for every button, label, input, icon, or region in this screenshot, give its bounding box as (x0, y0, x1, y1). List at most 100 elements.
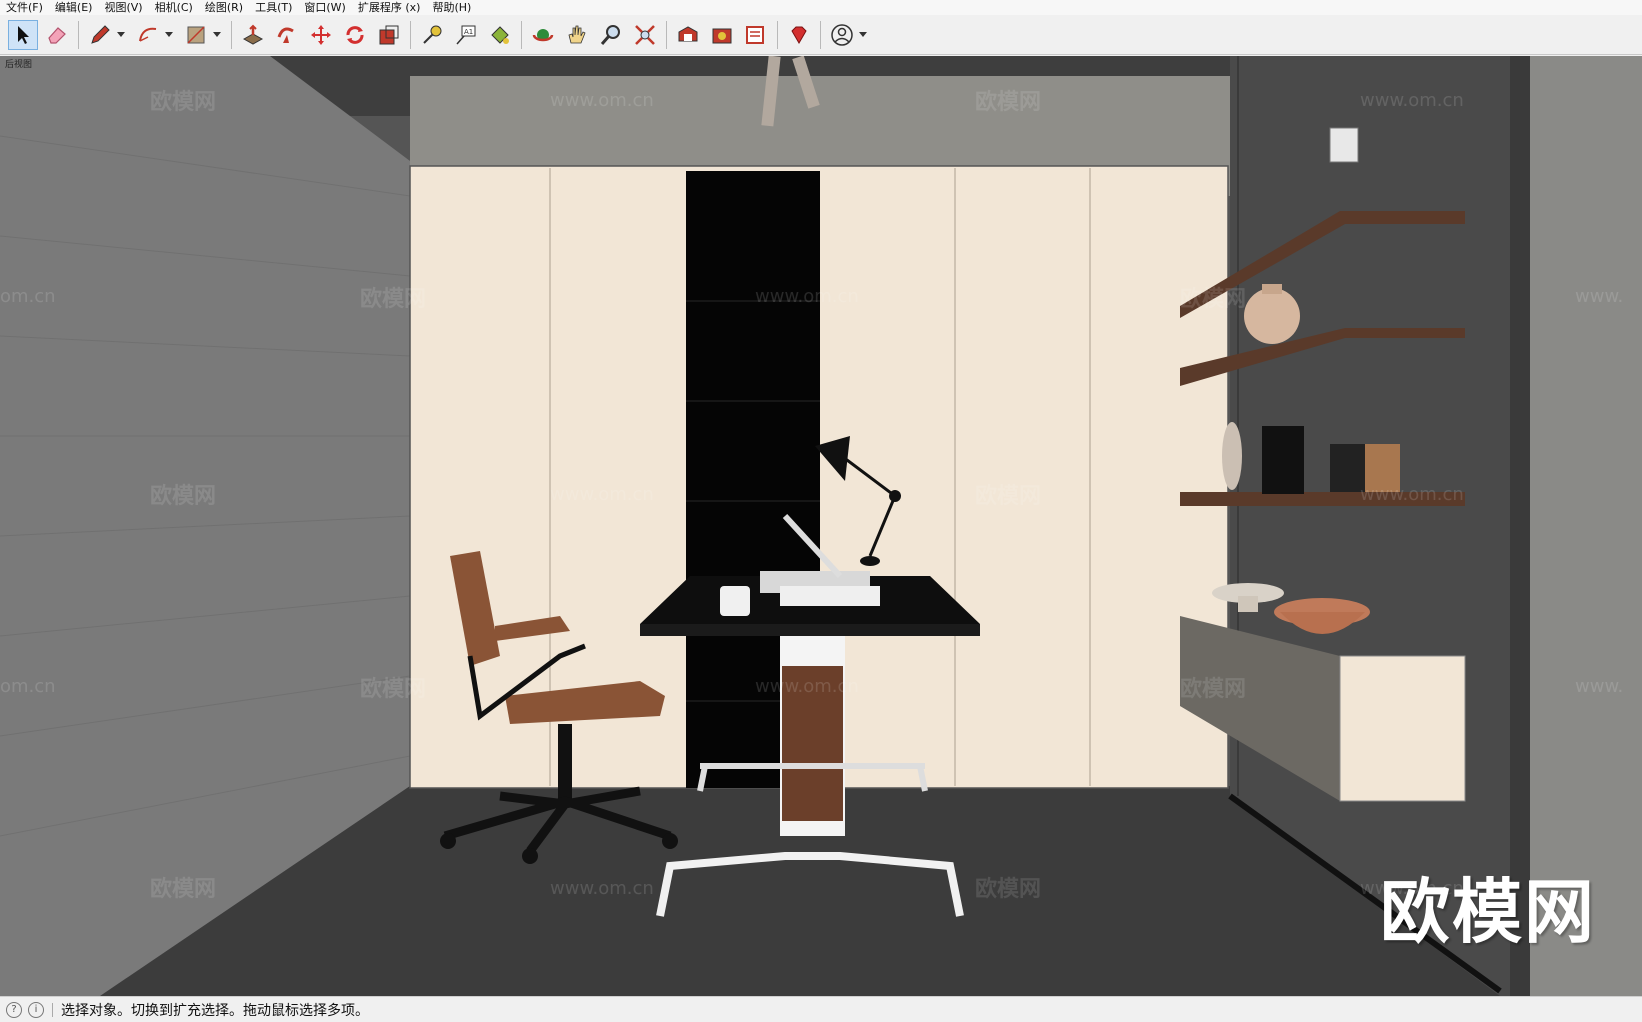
watermark-url: www.om.cn (1360, 484, 1464, 505)
text-label-icon: A1 (456, 25, 476, 44)
brand-watermark-logo: 欧模网 (1380, 871, 1596, 953)
layout-icon (746, 25, 764, 44)
rectangle-icon (187, 25, 205, 44)
push-pull-tool-button[interactable] (238, 20, 268, 50)
watermark-text: 欧模网 (975, 90, 1042, 115)
move-icon (311, 24, 331, 45)
zoom-extents-icon (635, 24, 655, 45)
menu-camera[interactable]: 相机(C) (149, 0, 199, 15)
orbit-tool-button[interactable] (528, 20, 558, 50)
watermark-url: www.om.cn (755, 676, 859, 697)
watermark-text: 欧模网 (150, 484, 217, 509)
watermark-url-partial: www. (1575, 676, 1624, 697)
toolbar-separator (777, 20, 778, 49)
menu-edit[interactable]: 编辑(E) (49, 0, 99, 15)
3d-warehouse-button[interactable] (673, 20, 703, 50)
watermark-text: 欧模网 (1180, 287, 1247, 312)
pan-tool-button[interactable] (562, 20, 592, 50)
right-column (1530, 56, 1642, 996)
menu-tools[interactable]: 工具(T) (249, 0, 298, 15)
select-arrow-icon (18, 25, 29, 44)
select-tool-button[interactable] (8, 19, 38, 50)
text-tool-button[interactable]: A1 (451, 20, 481, 50)
follow-me-icon (277, 27, 294, 43)
toolbar-separator (521, 20, 522, 49)
watermark-url: www.om.cn (755, 286, 859, 307)
tape-measure-tool-button[interactable] (417, 20, 447, 50)
watermark-text: 欧模网 (150, 90, 217, 115)
geolocation-icon[interactable]: ? (6, 1001, 22, 1018)
arc-dropdown-arrow[interactable] (163, 20, 175, 50)
zoom-magnifier-icon (600, 24, 620, 45)
watermark-text: 欧模网 (150, 877, 217, 902)
orbit-icon (532, 28, 554, 41)
watermark-text: 欧模网 (360, 287, 427, 312)
info-icon[interactable]: i (28, 1001, 44, 1018)
push-pull-icon (242, 24, 264, 45)
rotate-tool-button[interactable] (340, 20, 370, 50)
toolbar-separator (231, 20, 232, 49)
3d-viewport[interactable]: 后视图 欧模网 www.om.cn 欧模网 www.om.cn om.cn 欧模… (0, 56, 1642, 996)
toolbar-separator (410, 20, 411, 49)
eraser-icon (48, 26, 66, 44)
pencil-tool-button[interactable] (85, 20, 115, 50)
extension-warehouse-button[interactable] (707, 20, 737, 50)
pencil-icon (91, 24, 110, 44)
paint-bucket-icon (491, 25, 509, 44)
scene-view-label: 后视图 (5, 60, 33, 70)
extension-warehouse-icon (712, 28, 732, 43)
sketchup-window: 文件(F) 编辑(E) 视图(V) 相机(C) 绘图(R) 工具(T) 窗口(W… (0, 0, 1642, 1022)
layout-send-button[interactable] (741, 20, 771, 50)
pan-hand-icon (568, 25, 586, 43)
ruby-gem-icon (791, 26, 807, 44)
menu-file[interactable]: 文件(F) (0, 0, 49, 15)
warehouse-icon (678, 25, 698, 41)
watermark-url: www.om.cn (550, 484, 654, 505)
status-separator (52, 1002, 53, 1017)
right-column-edge (1510, 56, 1530, 996)
watermark-url-partial: om.cn (0, 286, 56, 307)
menu-bar: 文件(F) 编辑(E) 视图(V) 相机(C) 绘图(R) 工具(T) 窗口(W… (0, 0, 1642, 15)
toolbar-separator (78, 20, 79, 49)
paint-bucket-tool-button[interactable] (485, 20, 515, 50)
watermark-url-partial: www. (1575, 286, 1624, 307)
status-bar: ? i 选择对象。切换到扩充选择。拖动鼠标选择多项。 (0, 996, 1642, 1022)
eraser-tool-button[interactable] (42, 20, 72, 50)
watermark-url: www.om.cn (1360, 90, 1464, 111)
scale-tool-button[interactable] (374, 20, 404, 50)
status-message: 选择对象。切换到扩充选择。拖动鼠标选择多项。 (61, 1002, 369, 1019)
scale-icon (379, 25, 399, 44)
menu-view[interactable]: 视图(V) (98, 0, 148, 15)
menu-extensions[interactable]: 扩展程序 (x) (352, 0, 427, 15)
rectangle-tool-button[interactable] (181, 20, 211, 50)
toolbar-separator (820, 20, 821, 49)
menu-window[interactable]: 窗口(W) (298, 0, 351, 15)
zoom-tool-button[interactable] (596, 20, 626, 50)
user-account-icon (831, 23, 853, 46)
zoom-extents-tool-button[interactable] (630, 20, 660, 50)
watermark-text: 欧模网 (360, 677, 427, 702)
arc-icon (139, 27, 157, 42)
menu-draw[interactable]: 绘图(R) (199, 0, 249, 15)
rectangle-dropdown-arrow[interactable] (211, 20, 223, 50)
main-toolbar: A1 (0, 15, 1642, 55)
svg-text:A1: A1 (464, 28, 473, 36)
watermark-url-partial: om.cn (0, 676, 56, 697)
watermark-text: 欧模网 (975, 877, 1042, 902)
watermark-url: www.om.cn (550, 90, 654, 111)
move-tool-button[interactable] (306, 20, 336, 50)
arc-tool-button[interactable] (133, 20, 163, 50)
watermark-text: 欧模网 (1180, 677, 1247, 702)
watermark-url: www.om.cn (550, 878, 654, 899)
pencil-dropdown-arrow[interactable] (115, 20, 127, 50)
toolbar-separator (666, 20, 667, 49)
watermark-text: 欧模网 (975, 484, 1042, 509)
account-dropdown-arrow[interactable] (857, 20, 869, 50)
account-button[interactable] (827, 20, 857, 50)
rotate-icon (346, 25, 364, 44)
room-scene (0, 56, 1642, 996)
tape-measure-icon (423, 25, 442, 44)
follow-me-tool-button[interactable] (272, 20, 302, 50)
menu-help[interactable]: 帮助(H) (426, 0, 477, 15)
extension-manager-button[interactable] (784, 20, 814, 50)
